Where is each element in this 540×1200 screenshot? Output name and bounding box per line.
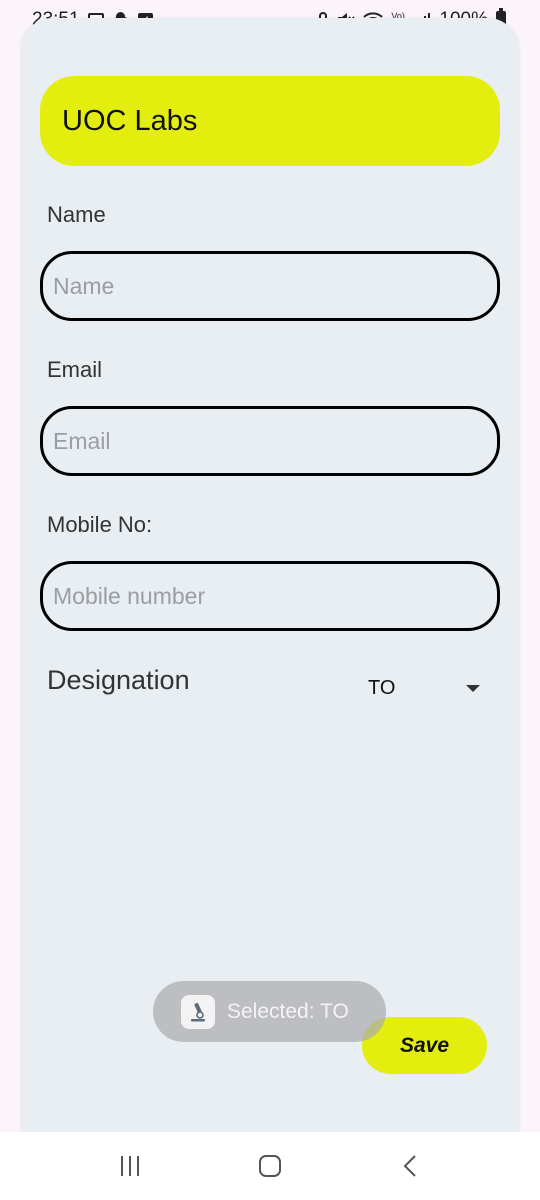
email-input[interactable]	[40, 406, 500, 476]
email-label: Email	[47, 357, 103, 382]
navigation-bar	[0, 1132, 540, 1200]
designation-dropdown[interactable]: TO	[360, 670, 488, 706]
dropdown-arrow-icon	[466, 684, 480, 692]
recents-button[interactable]	[100, 1136, 160, 1196]
toast-text: Selected: TO	[227, 999, 349, 1023]
app-title: UOC Labs	[62, 104, 198, 137]
back-button[interactable]	[380, 1136, 440, 1196]
designation-selected-value: TO	[368, 676, 396, 699]
home-icon	[259, 1155, 281, 1177]
name-input[interactable]	[40, 251, 500, 321]
back-icon	[403, 1155, 416, 1177]
designation-label: Designation	[47, 665, 190, 695]
microscope-icon	[181, 994, 215, 1029]
toast-message: Selected: TO	[153, 981, 386, 1042]
home-button[interactable]	[240, 1136, 300, 1196]
mobile-input[interactable]	[40, 561, 500, 631]
name-label: Name	[47, 202, 106, 227]
app-header: UOC Labs	[40, 76, 500, 166]
recents-icon	[121, 1156, 139, 1176]
mobile-label: Mobile No:	[47, 512, 153, 537]
